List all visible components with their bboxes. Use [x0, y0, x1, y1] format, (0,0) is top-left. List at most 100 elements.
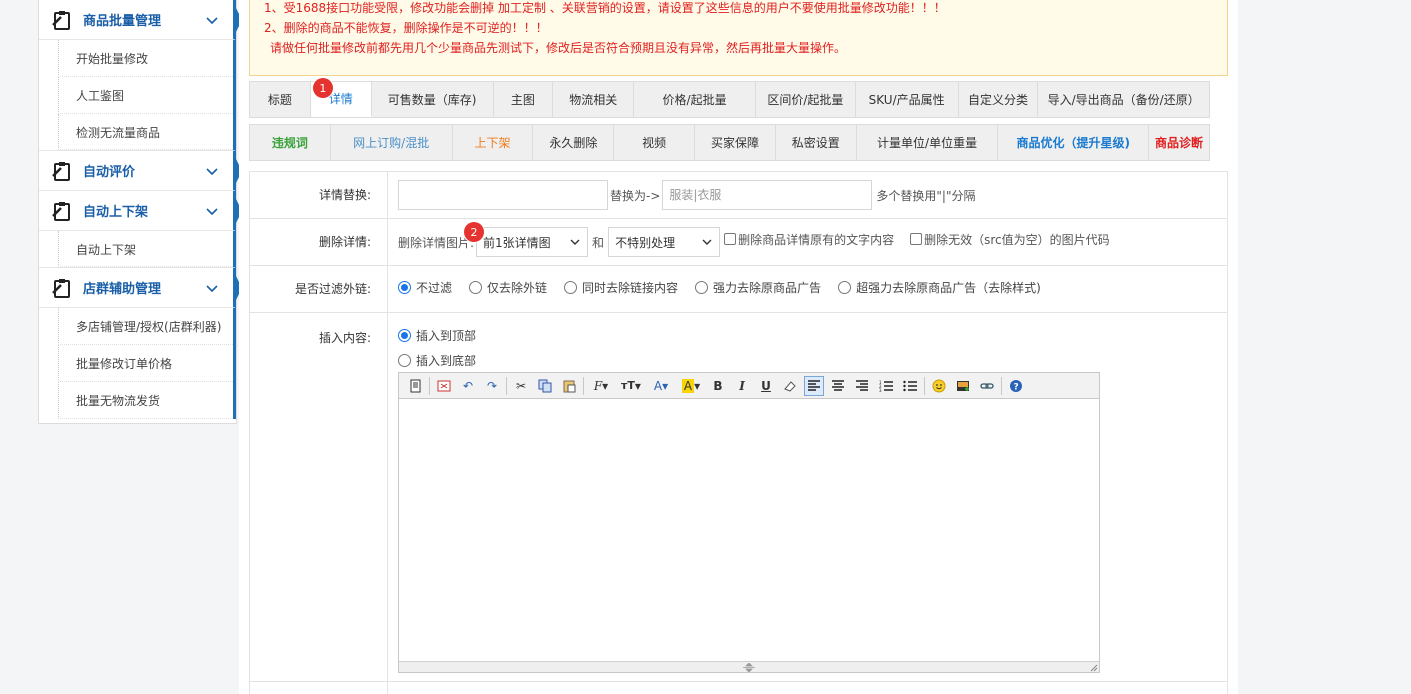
radio[interactable] [564, 280, 578, 294]
fullscreen-icon[interactable] [434, 376, 454, 396]
bold-icon[interactable]: B [708, 376, 728, 396]
step-badge: 1 [312, 78, 333, 98]
form-bottom-row [250, 682, 1227, 694]
ordered-list-icon[interactable]: 123 [876, 376, 896, 396]
sidebar: 商品批量管理 开始批量修改 人工鉴图 检测无流量商品 自动评价 自动上下架 自动… [38, 0, 242, 424]
filter-option-none[interactable]: 不过滤 [398, 279, 452, 296]
chevron-down-icon [206, 284, 218, 292]
radio[interactable] [398, 329, 411, 342]
image-icon[interactable] [953, 376, 973, 396]
filter-option-super-remove-ads[interactable]: 超强力去除原商品广告（去除样式) [838, 279, 1041, 296]
italic-icon[interactable]: I [732, 376, 752, 396]
tabs-secondary: 违规词 网上订购/混批 上下架 永久删除 视频 买家保障 私密设置 计量单位/单… [249, 124, 1210, 161]
align-center-icon[interactable] [828, 376, 848, 396]
editor-content-area[interactable] [399, 399, 1099, 661]
sidebar-group-auto-listing[interactable]: 自动上下架 [39, 191, 242, 231]
delete-invalid-image-checkbox[interactable]: 删除无效（src值为空）的图片代码 [910, 231, 1110, 248]
notice-line: 2、删除的商品不能恢复，删除操作是不可逆的！！！ [264, 21, 548, 35]
filter-option-remove-link-content[interactable]: 同时去除链接内容 [564, 279, 678, 296]
corner-resize-icon[interactable] [1090, 664, 1098, 672]
delete-images-select[interactable]: 前1张详情图 [476, 227, 589, 257]
radio[interactable] [398, 280, 411, 294]
tab-title[interactable]: 标题 [250, 82, 311, 117]
redo-icon[interactable]: ↷ [482, 376, 502, 396]
row-filter-links: 是否过滤外链: 不过滤 仅去除外链 同时去除链接内容 强力去除原商品广告 超强力… [250, 266, 1227, 313]
tab-main-image[interactable]: 主图 [494, 82, 554, 117]
tab-listing[interactable]: 上下架 [453, 125, 534, 160]
sidebar-group-auto-review[interactable]: 自动评价 [39, 151, 242, 191]
sidebar-item-detect-no-traffic[interactable]: 检测无流量商品 [39, 114, 236, 151]
special-handling-select[interactable]: 不特别处理 [608, 227, 721, 257]
tab-private-settings[interactable]: 私密设置 [776, 125, 857, 160]
tab-import-export[interactable]: 导入/导出商品（备份/还原） [1038, 82, 1209, 117]
tab-detail[interactable]: 1 详情 [310, 78, 372, 117]
tab-logistics[interactable]: 物流相关 [553, 82, 635, 117]
help-icon[interactable]: ? [1006, 376, 1026, 396]
align-left-icon[interactable] [804, 375, 824, 396]
sidebar-item-batch-no-logistics[interactable]: 批量无物流发货 [39, 382, 236, 419]
radio[interactable] [838, 280, 852, 294]
sidebar-item-auto-listing[interactable]: 自动上下架 [39, 231, 236, 268]
sidebar-item-batch-order-price[interactable]: 批量修改订单价格 [39, 345, 236, 382]
sidebar-item-manual-image-check[interactable]: 人工鉴图 [39, 77, 236, 114]
radio[interactable] [398, 354, 411, 367]
editor-toolbar: ↶ ↷ ✂ F ▾ тT ▾ A▾ A ▾ B I U 123 ? [399, 373, 1099, 399]
field-label: 是否过滤外链: [250, 266, 388, 312]
undo-icon[interactable]: ↶ [458, 376, 478, 396]
link-icon[interactable] [977, 376, 997, 396]
source-icon[interactable] [405, 376, 425, 396]
radio[interactable] [469, 280, 483, 294]
sidebar-item-start-batch-edit[interactable]: 开始批量修改 [39, 40, 236, 77]
copy-icon[interactable] [535, 376, 555, 396]
font-size-icon[interactable]: тT ▾ [618, 376, 644, 396]
underline-icon[interactable]: U [756, 376, 776, 396]
delete-text-checkbox[interactable]: 删除商品详情原有的文字内容 [724, 231, 894, 248]
cut-icon[interactable]: ✂ [511, 376, 531, 396]
tab-product-optimize[interactable]: 商品优化（提升星级) [998, 125, 1150, 160]
tab-permanent-delete[interactable]: 永久删除 [533, 125, 615, 160]
chevron-down-icon [702, 239, 712, 245]
row-detail-replace: 详情替换: 替换为-> 多个替换用"|"分隔 [250, 172, 1227, 219]
chevron-down-icon [206, 207, 218, 215]
insert-option-bottom[interactable]: 插入到底部 [398, 351, 1210, 370]
tab-custom-category[interactable]: 自定义分类 [959, 82, 1039, 117]
tab-price[interactable]: 价格/起批量 [634, 82, 756, 117]
checkbox[interactable] [724, 233, 737, 245]
radio[interactable] [695, 280, 709, 294]
tab-video[interactable]: 视频 [614, 125, 696, 160]
tab-unit-weight[interactable]: 计量单位/单位重量 [857, 125, 999, 160]
eraser-icon[interactable] [780, 376, 800, 396]
paste-icon[interactable] [559, 376, 579, 396]
sidebar-group-batch-management[interactable]: 商品批量管理 [39, 0, 242, 40]
field-label: 插入内容: [250, 313, 388, 681]
filter-option-remove-links[interactable]: 仅去除外链 [469, 279, 547, 296]
font-family-icon[interactable]: F ▾ [588, 376, 614, 396]
editor-resize-bar[interactable] [399, 661, 1099, 672]
highlight-color-icon[interactable]: A ▾ [678, 376, 704, 396]
checkbox[interactable] [910, 233, 923, 245]
replace-text-input[interactable] [662, 180, 873, 210]
filter-option-strong-remove-ads[interactable]: 强力去除原商品广告 [695, 279, 821, 296]
font-color-icon[interactable]: A▾ [648, 376, 674, 396]
emoji-icon[interactable] [929, 376, 949, 396]
tab-online-order[interactable]: 网上订购/混批 [331, 125, 453, 160]
sidebar-item-multi-store[interactable]: 多店铺管理/授权(店群利器) [39, 308, 236, 345]
tab-stock[interactable]: 可售数量（库存) [372, 82, 494, 117]
tab-buyer-protection[interactable]: 买家保障 [695, 125, 776, 160]
unordered-list-icon[interactable] [900, 376, 920, 396]
find-text-input[interactable] [398, 180, 608, 210]
tab-range-price[interactable]: 区间价/起批量 [756, 82, 856, 117]
notice-line: 请做任何批量修改前都先用几个少量商品先测试下，修改后是否符合预期且没有异常，然后… [270, 41, 847, 55]
sidebar-group-store-group[interactable]: 店群辅助管理 [39, 268, 242, 308]
resize-handle-icon[interactable] [742, 663, 756, 672]
sidebar-group-title: 自动评价 [83, 165, 136, 180]
rich-text-editor: ↶ ↷ ✂ F ▾ тT ▾ A▾ A ▾ B I U 123 ? [398, 372, 1100, 673]
insert-option-top[interactable]: 插入到顶部 [398, 326, 476, 345]
chevron-down-icon [206, 167, 218, 175]
tab-product-diagnosis[interactable]: 商品诊断 [1149, 125, 1209, 160]
align-right-icon[interactable] [852, 376, 872, 396]
tab-sku[interactable]: SKU/产品属性 [856, 82, 959, 117]
svg-text:3: 3 [879, 388, 882, 392]
tab-violation-words[interactable]: 违规词 [250, 125, 331, 160]
row-delete-detail: 删除详情: 删除详情图片: 2 前1张详情图 和 不特别处理 删除商品详情原有的… [250, 219, 1227, 266]
